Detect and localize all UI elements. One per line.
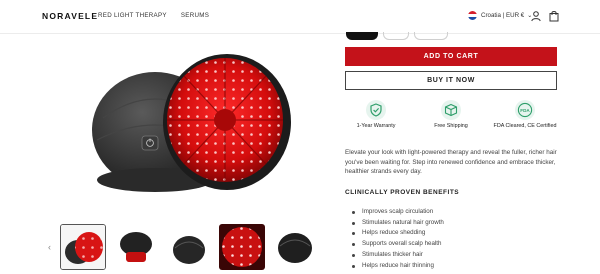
list-item: Supports overall scalp health	[352, 239, 444, 250]
variant-option-selected[interactable]	[346, 32, 378, 40]
product-description: Elevate your look with light-powered the…	[345, 149, 557, 175]
thumbnail-2[interactable]	[113, 224, 159, 270]
feature-label: FDA Cleared, CE Certified	[493, 123, 557, 129]
thumbnail-5[interactable]	[272, 224, 318, 270]
main-nav: RED LIGHT THERAPY SERUMS	[98, 12, 221, 19]
buy-it-now-button[interactable]: BUY IT NOW	[345, 71, 557, 90]
nav-red-light-therapy[interactable]: RED LIGHT THERAPY	[98, 12, 167, 19]
package-icon	[444, 103, 458, 117]
thumbnail-strip	[45, 224, 325, 270]
feature-shipping: Free Shipping	[411, 100, 491, 130]
locale-selector[interactable]: Croatia | EUR € ⌄	[468, 11, 532, 20]
list-item: Stimulates natural hair growth	[352, 218, 444, 229]
benefits-heading: CLINICALLY PROVEN BENEFITS	[345, 189, 460, 196]
croatia-flag-icon	[468, 11, 477, 20]
feature-warranty: 1-Year Warranty	[336, 100, 416, 130]
site-header: NORAVELE RED LIGHT THERAPY SERUMS Croati…	[0, 0, 600, 34]
nav-serums[interactable]: SERUMS	[181, 12, 209, 19]
list-item: Stimulates thicker hair	[352, 250, 444, 261]
variant-option[interactable]	[383, 32, 409, 40]
shield-check-icon	[370, 103, 382, 117]
svg-text:FDA: FDA	[520, 108, 530, 113]
list-item: Helps reduce hair thinning	[352, 261, 444, 272]
product-hero-image	[92, 54, 291, 192]
add-to-cart-button[interactable]: ADD TO CART	[345, 47, 557, 66]
feature-label: Free Shipping	[434, 123, 468, 129]
list-item: Helps reduce shedding	[352, 228, 444, 239]
brand-logo[interactable]: NORAVELE	[42, 11, 98, 21]
thumbnail-3[interactable]	[166, 224, 212, 270]
list-item: Improves scalp circulation	[352, 207, 444, 218]
feature-fda: FDA FDA Cleared, CE Certified	[485, 100, 565, 130]
cart-icon[interactable]	[548, 10, 560, 22]
account-icon[interactable]	[530, 10, 542, 22]
feature-label: 1-Year Warranty	[356, 123, 396, 129]
fda-badge-icon: FDA	[517, 102, 533, 118]
locale-label: Croatia | EUR €	[481, 12, 525, 19]
thumbnail-4[interactable]	[219, 224, 265, 270]
power-button-icon	[141, 135, 159, 151]
variant-option[interactable]	[414, 32, 448, 40]
benefits-list: Improves scalp circulation Stimulates na…	[352, 207, 444, 271]
thumbnail-1[interactable]	[60, 224, 106, 270]
